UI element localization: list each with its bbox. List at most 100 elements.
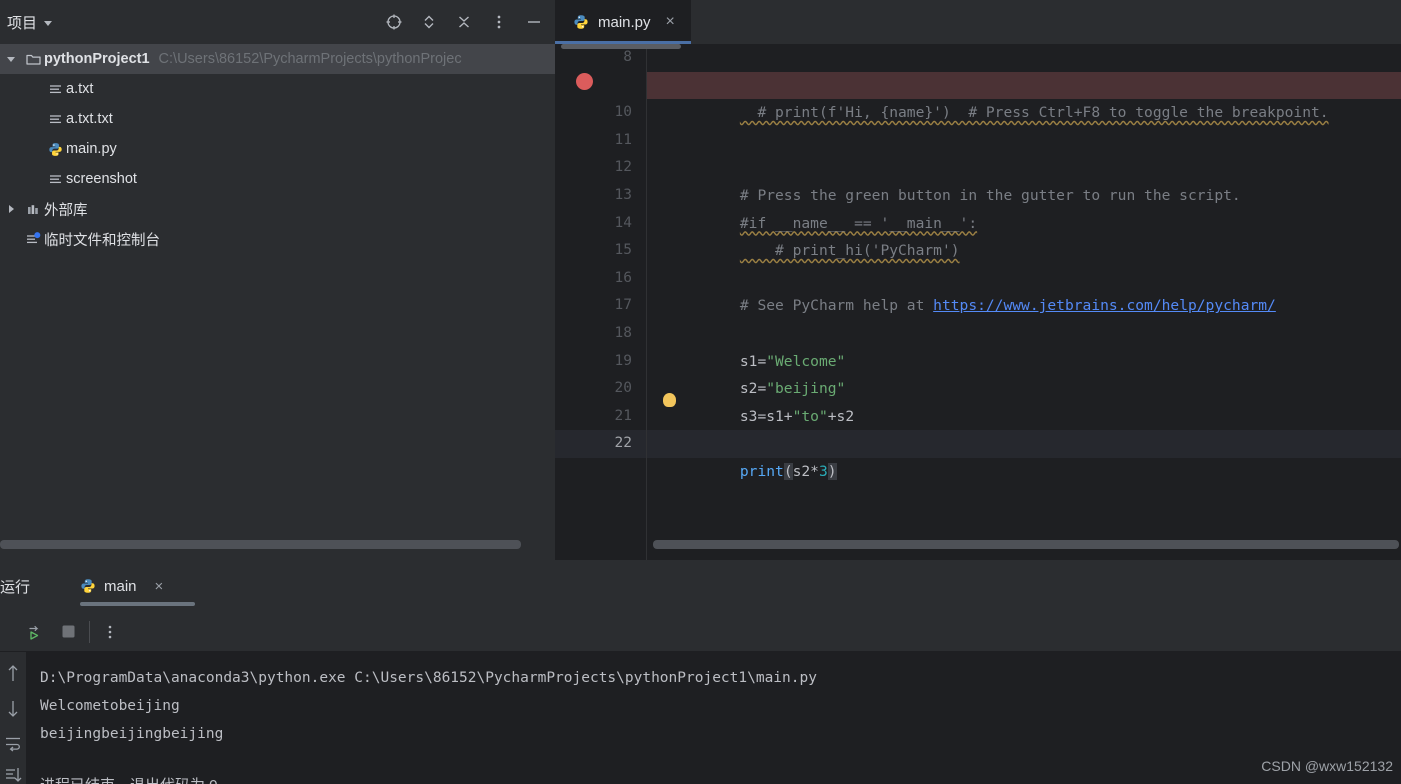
tree-item-label: a.txt.txt [66,111,113,127]
editor-body[interactable]: 8 9 10 11 12 13 14 15 16 17 18 19 20 21 … [555,44,1401,560]
project-panel-title: 项目 [7,14,38,32]
line-number: 16 [614,269,632,286]
line-number: 15 [614,242,632,259]
close-icon[interactable]: × [155,578,164,595]
code-line-14[interactable]: # print_hi('PyCharm') [647,210,1401,259]
console-line: Welcometobeijing [40,698,180,714]
code-line-18[interactable]: s1="Welcome" [647,320,1401,370]
python-file-icon [44,142,66,157]
run-tab-active-indicator [80,602,196,606]
code-line-19[interactable]: s2="beijing" [647,348,1401,397]
project-tree[interactable]: pythonProject1 C:\Users\86152\PycharmPro… [0,44,555,560]
python-file-icon [80,578,96,594]
text-file-icon [44,83,66,96]
line-number: 12 [614,159,632,176]
chevron-right-icon[interactable] [0,205,22,213]
tree-item-label: 外部库 [44,202,88,219]
run-toolbar [0,612,1401,652]
console-line: D:\ProgramData\anaconda3\python.exe C:\U… [40,670,817,686]
editor-gutter[interactable]: 8 9 10 11 12 13 14 15 16 17 18 19 20 21 … [555,44,647,560]
code-line-15[interactable] [647,237,1401,265]
code-line-12[interactable]: # Press the green button in the gutter t… [647,154,1401,204]
editor-tab-main-py[interactable]: main.py × [555,0,691,44]
editor-horizontal-scrollbar[interactable] [653,540,1399,549]
chevron-down-icon[interactable] [44,20,53,26]
tree-item-pythonproject1[interactable]: pythonProject1 C:\Users\86152\PycharmPro… [0,44,555,74]
tree-item-a-txt[interactable]: a.txt [0,74,555,104]
line-number: 21 [614,407,632,424]
text-file-icon [44,173,66,186]
editor-top-scrollbar[interactable] [561,44,681,49]
code-line-8[interactable]: # Use a breakpoint in the code line belo… [647,44,1401,94]
tree-item-label: a.txt [66,81,94,97]
toolbar-divider [89,620,90,643]
watermark: CSDN @wxw152132 [1261,758,1393,774]
tree-item-external-libraries[interactable]: 外部库 [0,194,555,224]
tree-item-path: C:\Users\86152\PycharmProjects\pythonPro… [158,51,462,67]
code-line-10[interactable] [647,99,1401,127]
hide-panel-icon[interactable] [525,13,543,31]
close-icon[interactable]: × [666,14,675,30]
tree-item-a-txt-txt[interactable]: a.txt.txt [0,104,555,134]
console-output[interactable]: D:\ProgramData\anaconda3\python.exe C:\U… [26,652,1401,784]
down-arrow-icon[interactable] [5,698,21,720]
up-arrow-icon[interactable] [5,662,21,684]
code-token: print [739,462,784,480]
editor-tabbar: main.py × [555,0,1401,44]
breakpoint-icon[interactable] [576,73,593,90]
code-line-11[interactable] [647,127,1401,155]
project-panel-header: 项目 [0,0,555,44]
rerun-button[interactable] [26,623,44,641]
select-opened-file-icon[interactable] [385,13,403,31]
intention-bulb-icon[interactable] [663,392,676,407]
python-file-icon [573,14,589,30]
console-line: beijingbeijingbeijing [40,726,224,742]
editor-code[interactable]: # Use a breakpoint in the code line belo… [647,44,1401,560]
stop-button[interactable] [60,623,77,640]
text-file-icon [44,113,66,126]
line-number: 13 [614,186,632,203]
code-token: 3 [818,462,828,480]
editor-area: main.py × 8 9 10 11 12 13 14 15 16 17 18… [555,0,1401,560]
console-exit-status: 进程已结束，退出代码为 0 [40,772,1401,784]
code-line-21[interactable]: print(s3) [647,392,1401,452]
scroll-to-end-icon[interactable] [4,766,22,784]
scratches-icon [22,232,44,246]
line-number: 18 [614,324,632,341]
library-icon [22,203,44,216]
run-panel-title: 运行 [0,578,31,596]
tree-item-label: pythonProject1 [44,51,150,67]
project-panel-horizontal-scrollbar[interactable] [0,540,521,549]
code-line-9[interactable]: # print(f'Hi, {name}') # Press Ctrl+F8 t… [647,71,1401,121]
tree-item-scratches-and-consoles[interactable]: 临时文件和控制台 [0,224,555,254]
console-side-toolbar [0,652,26,784]
code-line-16[interactable]: # See PyCharm help at https://www.jetbra… [647,265,1401,314]
code-token: ( [783,462,793,480]
soft-wrap-icon[interactable] [4,734,22,752]
code-token: ) [827,462,837,480]
chevron-down-icon[interactable] [0,56,22,62]
tree-item-main-py[interactable]: main.py [0,134,555,164]
project-panel-toolbar [385,0,543,44]
line-number: 20 [614,380,632,397]
line-number: 14 [614,214,632,231]
code-line-13[interactable]: #if __name__ == '__main__': [647,182,1401,232]
tree-item-screenshot[interactable]: screenshot [0,164,555,194]
collapse-all-icon[interactable] [455,13,473,31]
more-options-icon[interactable] [102,623,118,641]
project-tool-window: 项目 pythonProject1 C:\Users\86152\Pycharm… [0,0,555,560]
run-tool-window: 运行 main × D:\ProgramData\anaconda3\pytho… [0,560,1401,784]
line-number: 10 [614,104,632,121]
more-options-icon[interactable] [490,13,508,31]
code-line-17[interactable] [647,292,1401,320]
run-tab-label: main [104,577,137,595]
tree-item-label: 临时文件和控制台 [44,232,160,249]
code-line-22[interactable]: print(s2*3) [647,430,1401,480]
expand-collapse-icon[interactable] [420,13,438,31]
run-panel-header: 运行 main × [0,560,1401,612]
line-number: 9 [555,72,646,100]
project-panel-title-button[interactable]: 项目 [0,12,53,33]
line-number-current: 22 [555,430,646,458]
code-line-20[interactable]: s3=s1+"to"+s2 [647,375,1401,425]
run-tab-main[interactable]: main × [80,560,196,612]
